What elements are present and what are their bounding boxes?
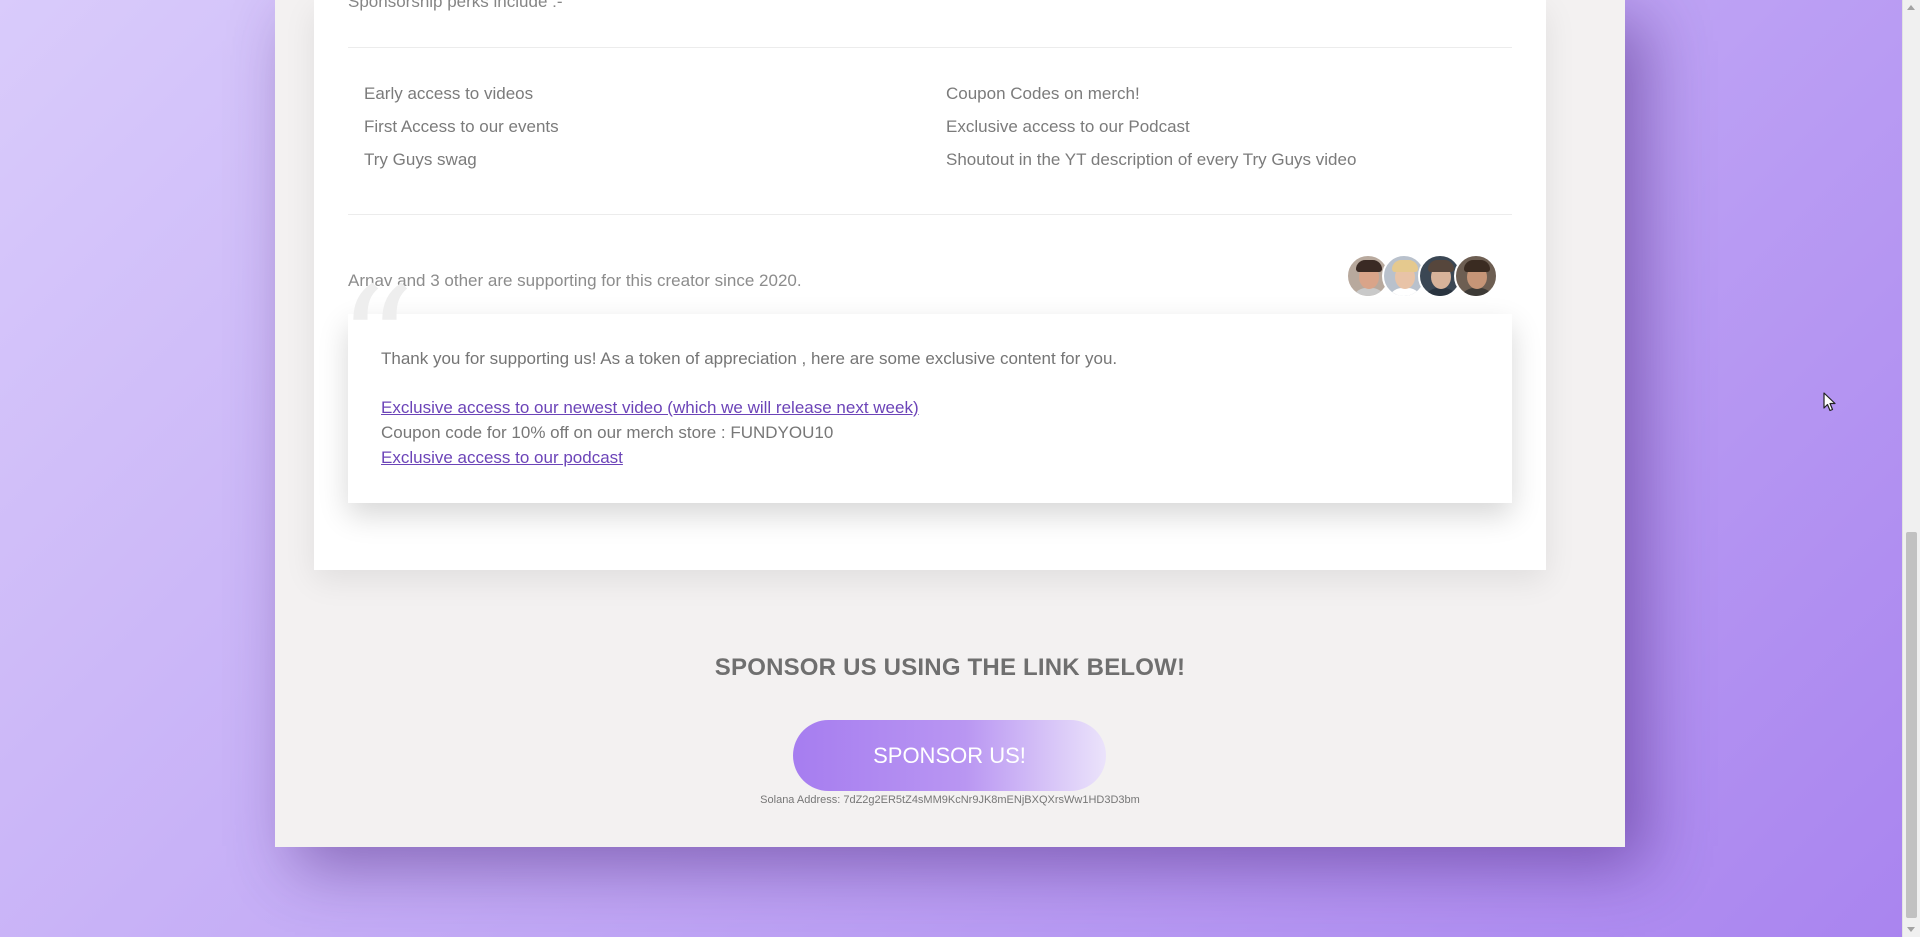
avatar-hair: [1392, 260, 1418, 272]
avatar-shirt: [1424, 288, 1458, 296]
perk-item: Early access to videos: [364, 84, 534, 103]
scroll-down-icon[interactable]: [1907, 927, 1915, 932]
avatar-shirt: [1460, 288, 1494, 296]
supporter-avatars: [1346, 254, 1498, 300]
perks-list-left: Early access to videos First Access to o…: [364, 83, 559, 182]
sponsor-heading: SPONSOR US USING THE LINK BELOW!: [714, 654, 1186, 681]
supporter-avatar-4: [1454, 254, 1498, 298]
avatar-hair: [1356, 260, 1382, 272]
avatar-shirt: [1352, 288, 1386, 296]
avatar-hair: [1464, 260, 1490, 272]
mouse-cursor-icon: [1823, 392, 1836, 412]
exclusive-rewards: Exclusive access to our newest video (wh…: [381, 395, 919, 470]
page-scrollbar[interactable]: [1902, 0, 1920, 937]
perk-item: Exclusive access to our Podcast: [946, 117, 1190, 136]
sponsor-button[interactable]: SPONSOR US!: [793, 720, 1106, 791]
scroll-thumb[interactable]: [1906, 532, 1917, 918]
newest-video-link[interactable]: Exclusive access to our newest video (wh…: [381, 398, 919, 417]
perk-item: Try Guys swag: [364, 150, 477, 169]
avatar-hair: [1428, 260, 1454, 272]
coupon-code: Coupon code for 10% off on our merch sto…: [381, 423, 834, 442]
divider-bottom: [348, 214, 1512, 215]
perk-item: Shoutout in the YT description of every …: [946, 150, 1357, 169]
solana-address: Solana Address: 7dZ2g2ER5tZ4sMM9KcNr9JK8…: [760, 794, 1140, 806]
perk-item: Coupon Codes on merch!: [946, 84, 1140, 103]
perks-list-right: Coupon Codes on merch! Exclusive access …: [946, 83, 1356, 182]
perks-intro: Sponsorship perks include :-: [348, 0, 563, 11]
thanks-message: Thank you for supporting us! As a token …: [381, 349, 1118, 368]
divider-top: [348, 47, 1512, 48]
reward-item: Exclusive access to our newest video (wh…: [381, 395, 919, 420]
podcast-link[interactable]: Exclusive access to our podcast: [381, 448, 623, 467]
supporters-text: Arnav and 3 other are supporting for thi…: [348, 271, 802, 290]
avatar-shirt: [1388, 288, 1422, 296]
reward-item: Exclusive access to our podcast: [381, 445, 919, 470]
scroll-up-icon[interactable]: [1907, 5, 1915, 10]
perk-item: First Access to our events: [364, 117, 559, 136]
